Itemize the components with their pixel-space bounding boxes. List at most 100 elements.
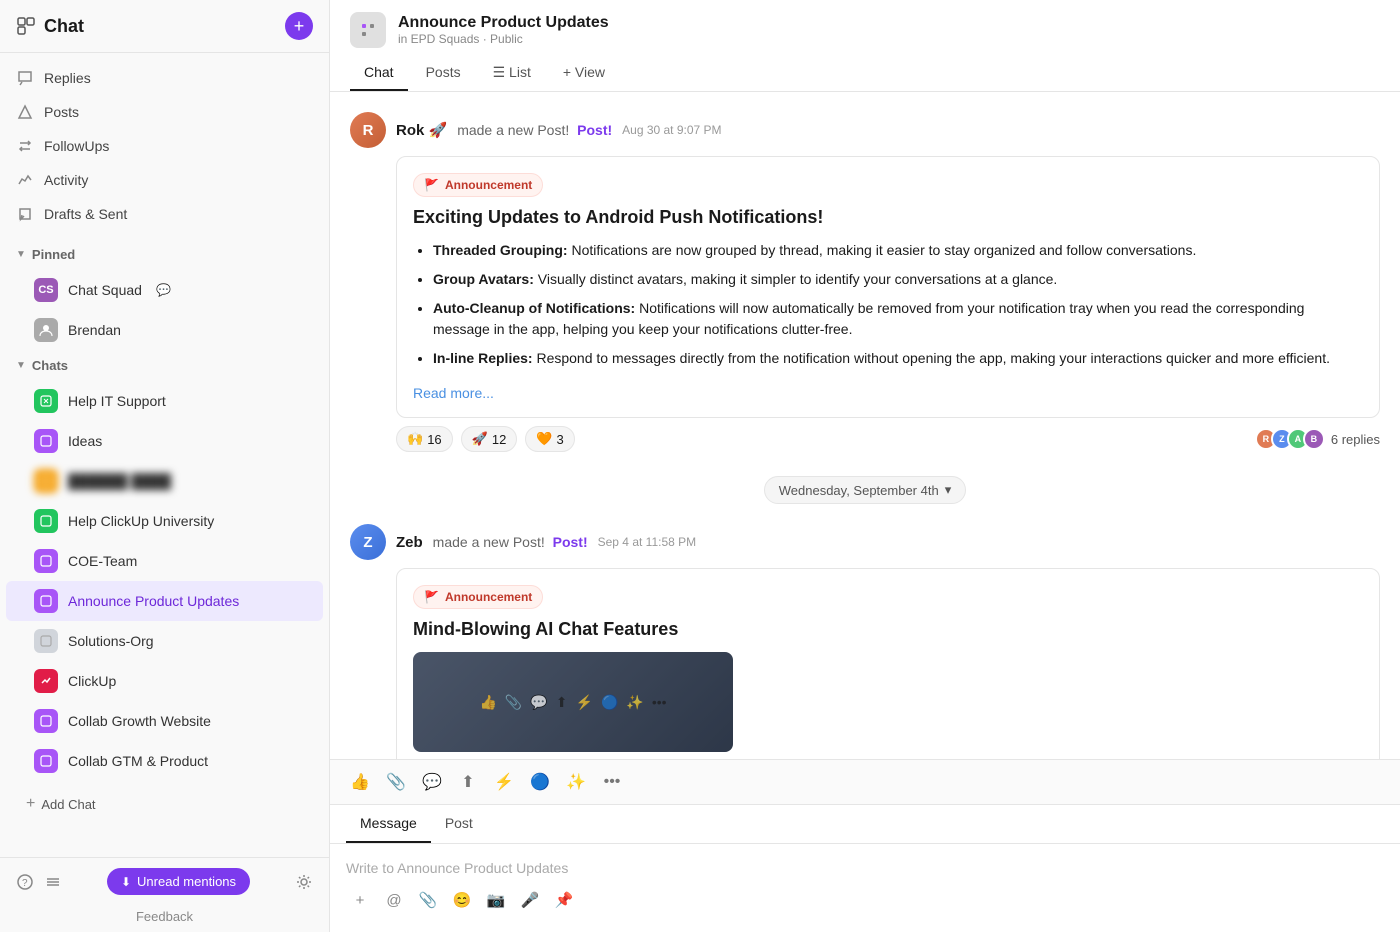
action-zeb: made a new Post! Post! (433, 534, 588, 550)
sidebar-item-chat-squad[interactable]: CS Chat Squad 💬 (6, 270, 323, 310)
help-it-avatar (34, 389, 58, 413)
toolbar-chat-icon[interactable]: 💬 (418, 768, 446, 796)
toolbar-circle-icon[interactable]: 🔵 (526, 768, 554, 796)
tab-list[interactable]: ☰ List (479, 56, 545, 91)
replies-info-1[interactable]: R Z A B 6 replies (1255, 428, 1380, 450)
message-header-2: Z Zeb made a new Post! Post! Sep 4 at 11… (350, 524, 1380, 560)
toolbar-sparkle-icon[interactable]: ✨ (562, 768, 590, 796)
input-attach-icon[interactable]: 📎 (414, 886, 442, 914)
chat-squad-avatar: CS (34, 278, 58, 302)
chat-squad-label: Chat Squad (68, 282, 142, 298)
help-icon[interactable]: ? (16, 873, 34, 891)
input-clip-icon[interactable]: 📌 (550, 886, 578, 914)
reaction-3[interactable]: 🧡 3 (525, 426, 574, 452)
replies-count-1: 6 replies (1331, 432, 1380, 447)
input-placeholder[interactable]: Write to Announce Product Updates (346, 856, 1384, 880)
reaction-1[interactable]: 🙌 16 (396, 426, 453, 452)
sidebar-footer: ? ⬇ Unread mentions (0, 857, 329, 905)
sidebar-item-brendan[interactable]: Brendan (6, 310, 323, 350)
input-at-icon[interactable]: @ (380, 886, 408, 914)
announcement-tag-2: 🚩 Announcement (413, 585, 543, 609)
help-clickup-label: Help ClickUp University (68, 513, 214, 529)
sidebar-item-announce[interactable]: Announce Product Updates (6, 581, 323, 621)
unread-mentions-label: Unread mentions (137, 874, 236, 889)
sidebar-item-coe-team[interactable]: COE-Team (6, 541, 323, 581)
collab-growth-avatar (34, 709, 58, 733)
post-card-1: 🚩 Announcement Exciting Updates to Andro… (396, 156, 1380, 418)
reaction-1-count: 16 (427, 432, 441, 447)
toolbar-like-icon[interactable]: 👍 (346, 768, 374, 796)
post-badge-2: Post! (553, 534, 588, 550)
sidebar-item-collab-gtm[interactable]: Collab GTM & Product (6, 741, 323, 781)
add-chat-row[interactable]: + Add Chat (0, 781, 329, 827)
sidebar-item-ideas[interactable]: Ideas (6, 421, 323, 461)
input-area: Message Post Write to Announce Product U… (330, 804, 1400, 932)
sidebar-item-collab-growth[interactable]: Collab Growth Website (6, 701, 323, 741)
sidebar-item-activity[interactable]: Activity (0, 163, 329, 197)
settings-icon[interactable] (295, 873, 313, 891)
date-pill[interactable]: Wednesday, September 4th ▾ (764, 476, 966, 504)
sidebar-item-replies[interactable]: Replies (0, 61, 329, 95)
solutions-org-label: Solutions-Org (68, 633, 154, 649)
tab-chat[interactable]: Chat (350, 56, 408, 91)
image-toolbar: 👍📎💬⬆⚡🔵✨••• (479, 694, 666, 711)
reaction-3-count: 3 (557, 432, 564, 447)
sidebar-header: Chat + (0, 0, 329, 53)
pinned-section-header[interactable]: ▼ Pinned (0, 239, 329, 270)
coe-team-avatar (34, 549, 58, 573)
sidebar-item-solutions-org[interactable]: Solutions-Org (6, 621, 323, 661)
input-tab-post[interactable]: Post (431, 805, 487, 843)
tab-posts[interactable]: Posts (412, 56, 475, 91)
author-zeb: Zeb (396, 534, 423, 551)
unread-mentions-button[interactable]: ⬇ Unread mentions (107, 868, 250, 895)
chats-section-header[interactable]: ▼ Chats (0, 350, 329, 381)
feedback-label[interactable]: Feedback (0, 905, 329, 932)
ideas-avatar (34, 429, 58, 453)
action-rok: made a new Post! Post! (457, 122, 612, 138)
bullet-1: Threaded Grouping: Notifications are now… (433, 240, 1363, 261)
add-button[interactable]: + (285, 12, 313, 40)
sidebar-item-posts-label: Posts (44, 104, 79, 120)
sidebar-item-clickup[interactable]: ClickUp (6, 661, 323, 701)
message-header-1: R Rok 🚀 made a new Post! Post! Aug 30 at… (350, 112, 1380, 148)
input-tab-message[interactable]: Message (346, 805, 431, 843)
posts-icon (16, 103, 34, 121)
sidebar-item-blurred[interactable]: ██████ ████ (6, 461, 323, 501)
sidebar-item-posts[interactable]: Posts (0, 95, 329, 129)
add-chat-button[interactable]: + Add Chat (16, 789, 313, 819)
sidebar-item-replies-label: Replies (44, 70, 91, 86)
toolbar-more-icon[interactable]: ••• (598, 768, 626, 796)
post-title-2: Mind-Blowing AI Chat Features (413, 619, 1363, 640)
coe-team-label: COE-Team (68, 553, 137, 569)
reaction-2[interactable]: 🚀 12 (461, 426, 518, 452)
time-zeb: Sep 4 at 11:58 PM (598, 535, 697, 549)
announcement-tag-1: 🚩 Announcement (413, 173, 543, 197)
date-divider: Wednesday, September 4th ▾ (350, 476, 1380, 504)
input-mic-icon[interactable]: 🎤 (516, 886, 544, 914)
sidebar-item-drafts[interactable]: Drafts & Sent (0, 197, 329, 231)
sidebar-item-drafts-label: Drafts & Sent (44, 206, 127, 222)
ideas-label: Ideas (68, 433, 102, 449)
input-icons-row: + @ 📎 😊 📷 🎤 📌 (346, 880, 1384, 920)
toolbar-action-icon[interactable]: ⚡ (490, 768, 518, 796)
sidebar-item-help-it[interactable]: Help IT Support (6, 381, 323, 421)
input-plus-icon[interactable]: + (346, 886, 374, 914)
sidebar-nav: Replies Posts FollowUps Activity Drafts … (0, 53, 329, 239)
sidebar-item-activity-label: Activity (44, 172, 88, 188)
collab-gtm-label: Collab GTM & Product (68, 753, 208, 769)
toolbar-attach-icon[interactable]: 📎 (382, 768, 410, 796)
sidebar-item-help-clickup[interactable]: Help ClickUp University (6, 501, 323, 541)
chevron-down-icon: ▾ (945, 482, 952, 498)
reaction-2-emoji: 🚀 (472, 431, 488, 447)
bullet-4: In-line Replies: Respond to messages dir… (433, 348, 1363, 369)
input-camera-icon[interactable]: 📷 (482, 886, 510, 914)
reactions-row-1: 🙌 16 🚀 12 🧡 3 R Z (350, 426, 1380, 452)
svg-text:?: ? (22, 878, 28, 889)
toolbar-upload-icon[interactable]: ⬆ (454, 768, 482, 796)
list-icon[interactable] (44, 873, 62, 891)
sidebar-item-followups[interactable]: FollowUps (0, 129, 329, 163)
input-emoji-icon[interactable]: 😊 (448, 886, 476, 914)
read-more-link-1[interactable]: Read more... (413, 385, 494, 401)
chats-chevron: ▼ (16, 360, 26, 371)
tab-view[interactable]: + View (549, 56, 619, 91)
